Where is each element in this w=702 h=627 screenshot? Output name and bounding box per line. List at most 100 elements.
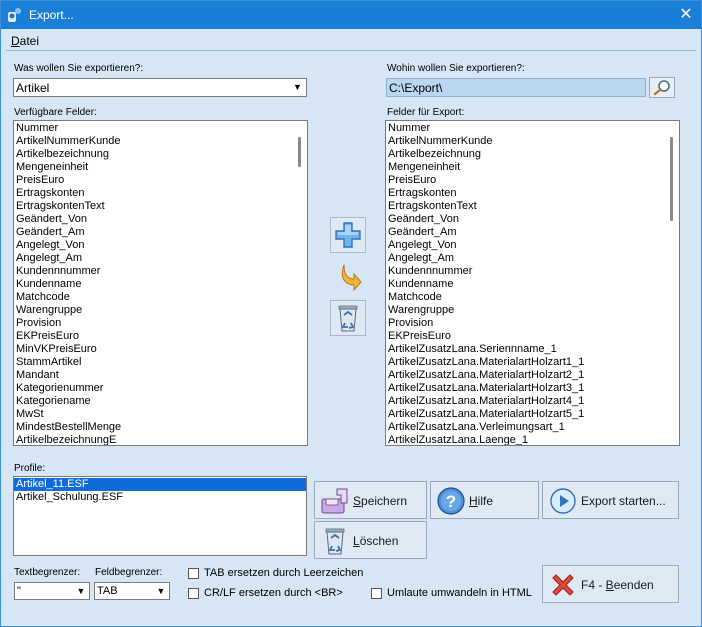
menu-file[interactable]: Datei xyxy=(11,34,39,48)
available-field-item[interactable]: Provision xyxy=(14,317,307,330)
chevron-down-icon[interactable]: ▼ xyxy=(289,79,306,96)
tab-replace-checkbox[interactable] xyxy=(188,568,199,579)
help-label: Hilfe xyxy=(469,494,493,508)
export-field-item[interactable]: Mengeneinheit xyxy=(386,161,679,174)
available-field-item[interactable]: Geändert_Von xyxy=(14,213,307,226)
export-field-item[interactable]: ArtikelZusatzLana.MaterialartHolzart4_1 xyxy=(386,395,679,408)
export-field-item[interactable]: ArtikelZusatzLana.MaterialartHolzart5_1 xyxy=(386,408,679,421)
export-path-field[interactable]: C:\Export\ xyxy=(386,78,646,97)
plus-icon xyxy=(335,222,361,248)
help-button[interactable]: ? Hilfe xyxy=(430,481,539,519)
export-field-item[interactable]: Angelegt_Von xyxy=(386,239,679,252)
export-field-item[interactable]: ErtragskontenText xyxy=(386,200,679,213)
delete-profile-label: Löschen xyxy=(353,534,398,548)
trash-icon xyxy=(325,528,345,555)
available-field-item[interactable]: Nummer xyxy=(14,122,307,135)
field-delimiter-select[interactable]: TAB ▼ xyxy=(94,582,170,600)
available-field-item[interactable]: Angelegt_Von xyxy=(14,239,307,252)
available-field-item[interactable]: Mengeneinheit xyxy=(14,161,307,174)
close-dialog-label: F4 - Beenden xyxy=(581,578,654,592)
chevron-down-icon[interactable]: ▼ xyxy=(153,583,169,599)
available-fields-list[interactable]: Nummer ArtikelNummerKunde Artikelbezeichnu… xyxy=(13,120,308,446)
umlaute-label: Umlaute umwandeln in HTML xyxy=(387,587,532,599)
available-field-item[interactable]: Kundennnummer xyxy=(14,265,307,278)
close-prefix: F4 - xyxy=(581,578,606,592)
window-title: Export... xyxy=(29,8,74,22)
available-field-item[interactable]: Kategorienummer xyxy=(14,382,307,395)
export-field-item[interactable]: PreisEuro xyxy=(386,174,679,187)
scroll-thumb[interactable] xyxy=(670,137,673,221)
move-arrow-icon[interactable] xyxy=(336,263,362,291)
save-profile-button[interactable]: Speichern xyxy=(314,481,427,519)
available-field-item[interactable]: Matchcode xyxy=(14,291,307,304)
export-field-item[interactable]: Ertragskonten xyxy=(386,187,679,200)
add-field-button[interactable] xyxy=(330,217,366,253)
export-field-item[interactable]: ArtikelZusatzLana.Laenge_1 xyxy=(386,434,679,445)
browse-path-button[interactable] xyxy=(649,77,675,98)
export-field-item[interactable]: ArtikelZusatzLana.Verleimungsart_1 xyxy=(386,421,679,434)
text-delimiter-select[interactable]: " ▼ xyxy=(14,582,90,600)
delete-rest: öschen xyxy=(359,534,399,548)
export-field-item[interactable]: ArtikelZusatzLana.MaterialartHolzart1_1 xyxy=(386,356,679,369)
export-field-item[interactable]: Provision xyxy=(386,317,679,330)
available-fields-scrollbar[interactable] xyxy=(293,121,307,445)
export-field-item[interactable]: Kundenname xyxy=(386,278,679,291)
scroll-thumb[interactable] xyxy=(298,137,301,167)
profiles-list[interactable]: Artikel_11.ESF Artikel_Schulung.ESF xyxy=(13,476,307,556)
available-field-item[interactable]: Mandant xyxy=(14,369,307,382)
export-field-item[interactable]: Geändert_Am xyxy=(386,226,679,239)
available-field-item[interactable]: PreisEuro xyxy=(14,174,307,187)
available-field-item[interactable]: ArtikelbezeichnungE xyxy=(14,434,307,445)
available-field-item[interactable]: Warengruppe xyxy=(14,304,307,317)
profile-item[interactable]: Artikel_11.ESF xyxy=(14,478,306,491)
close-dialog-button[interactable]: F4 - Beenden xyxy=(542,565,679,603)
available-field-item[interactable]: Kundenname xyxy=(14,278,307,291)
export-field-item[interactable]: ArtikelZusatzLana.MaterialartHolzart3_1 xyxy=(386,382,679,395)
available-field-item[interactable]: Artikelbezeichnung xyxy=(14,148,307,161)
export-field-item[interactable]: Warengruppe xyxy=(386,304,679,317)
available-fields-label: Verfügbare Felder: xyxy=(14,107,97,118)
start-export-label: Export starten... xyxy=(581,494,666,508)
close-window-icon[interactable]: ✕ xyxy=(671,1,701,29)
available-field-item[interactable]: ErtragskontenText xyxy=(14,200,307,213)
target-label: Wohin wollen Sie exportieren?: xyxy=(387,63,525,74)
export-field-item[interactable]: Angelegt_Am xyxy=(386,252,679,265)
source-select[interactable]: Artikel ▼ xyxy=(13,78,307,97)
menu-bar: Datei xyxy=(1,29,701,51)
available-field-item[interactable]: Kategoriename xyxy=(14,395,307,408)
crlf-replace-label: CR/LF ersetzen durch <BR> xyxy=(204,587,343,599)
delete-profile-button[interactable]: Löschen xyxy=(314,521,427,559)
export-fields-list[interactable]: Nummer ArtikelNummerKunde Artikelbezeichnu… xyxy=(385,120,680,446)
available-field-item[interactable]: Ertragskonten xyxy=(14,187,307,200)
export-fields-scrollbar[interactable] xyxy=(665,121,679,445)
title-bar: Export... ✕ xyxy=(1,1,701,29)
export-field-item[interactable]: ArtikelZusatzLana.Seriennname_1 xyxy=(386,343,679,356)
crlf-replace-checkbox[interactable] xyxy=(188,588,199,599)
export-field-item[interactable]: Nummer xyxy=(386,122,679,135)
available-field-item[interactable]: MinVKPreisEuro xyxy=(14,343,307,356)
available-field-item[interactable]: MwSt xyxy=(14,408,307,421)
export-field-item[interactable]: EKPreisEuro xyxy=(386,330,679,343)
available-field-item[interactable]: MindestBestellMenge xyxy=(14,421,307,434)
umlaute-checkbox[interactable] xyxy=(371,588,382,599)
export-field-item[interactable]: Matchcode xyxy=(386,291,679,304)
app-icon xyxy=(8,8,21,22)
svg-text:?: ? xyxy=(446,492,456,511)
export-field-item[interactable]: Kundennnummer xyxy=(386,265,679,278)
chevron-down-icon[interactable]: ▼ xyxy=(73,583,89,599)
source-select-value: Artikel xyxy=(16,81,50,95)
export-field-item[interactable]: ArtikelNummerKunde xyxy=(386,135,679,148)
help-rest: ilfe xyxy=(477,494,494,508)
remove-field-button[interactable] xyxy=(330,300,366,336)
available-field-item[interactable]: ArtikelNummerKunde xyxy=(14,135,307,148)
available-field-item[interactable]: EKPreisEuro xyxy=(14,330,307,343)
available-field-item[interactable]: Angelegt_Am xyxy=(14,252,307,265)
export-field-item[interactable]: Geändert_Von xyxy=(386,213,679,226)
available-field-item[interactable]: Geändert_Am xyxy=(14,226,307,239)
available-field-item[interactable]: StammArtikel xyxy=(14,356,307,369)
export-field-item[interactable]: ArtikelZusatzLana.MaterialartHolzart2_1 xyxy=(386,369,679,382)
start-export-button[interactable]: Export starten... xyxy=(542,481,679,519)
export-field-item[interactable]: Artikelbezeichnung xyxy=(386,148,679,161)
profile-item[interactable]: Artikel_Schulung.ESF xyxy=(14,491,306,504)
source-label: Was wollen Sie exportieren?: xyxy=(14,63,144,74)
